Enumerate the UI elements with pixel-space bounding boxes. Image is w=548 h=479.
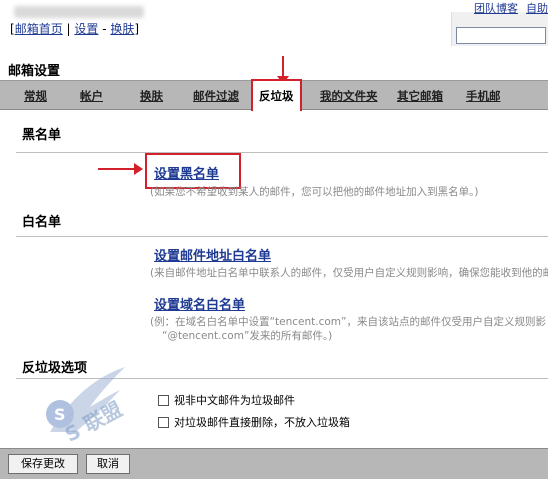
domain-whitelist-hint-line1: (例：在域名白名单中设置“tencent.com”，来自该站点的邮件仅受用户自定… [150, 316, 546, 328]
tab-my-folders[interactable]: 我的文件夹 [320, 88, 378, 104]
top-header: [邮箱首页 | 设置 - 换肤] 团队博客 自助 [0, 0, 548, 50]
annotation-arrow-right-head [134, 163, 143, 175]
breadcrumb-home-link[interactable]: 邮箱首页 [15, 22, 63, 36]
annotation-arrow-right [98, 168, 136, 170]
set-blacklist-link[interactable]: 设置黑名单 [154, 163, 219, 182]
tab-anti-spam[interactable]: 反垃圾 [251, 79, 302, 111]
save-button[interactable]: 保存更改 [8, 454, 78, 474]
delete-spam-directly-checkbox[interactable] [158, 416, 169, 428]
tab-skin[interactable]: 换肤 [140, 88, 163, 104]
blurred-account-name [14, 6, 144, 18]
set-domain-whitelist-link[interactable]: 设置域名白名单 [154, 294, 245, 313]
tab-account[interactable]: 帐户 [80, 88, 103, 104]
breadcrumb-settings-link[interactable]: 设置 [74, 22, 98, 36]
set-address-whitelist-link[interactable]: 设置邮件地址白名单 [154, 245, 271, 264]
svg-text:S: S [54, 405, 66, 424]
tab-mail-filter[interactable]: 邮件过滤 [193, 88, 239, 104]
non-chinese-as-spam-label: 视非中文邮件为垃圾邮件 [174, 394, 295, 407]
delete-spam-directly-label: 对垃圾邮件直接删除，不放入垃圾箱 [174, 416, 350, 429]
annotation-arrow-down [282, 56, 284, 78]
blacklist-heading: 黑名单 [22, 128, 62, 143]
antispam-options-heading: 反垃圾选项 [22, 361, 88, 376]
watermark-text: S 联盟 [60, 396, 127, 447]
tab-mobile-mail[interactable]: 手机邮 [466, 88, 501, 104]
non-chinese-as-spam-option[interactable]: 视非中文邮件为垃圾邮件 [158, 392, 295, 408]
blacklist-divider [16, 152, 548, 153]
delete-spam-directly-option[interactable]: 对垃圾邮件直接删除，不放入垃圾箱 [158, 414, 350, 430]
search-input[interactable] [456, 27, 546, 44]
breadcrumb: [邮箱首页 | 设置 - 换肤] [10, 22, 140, 36]
blacklist-hint: (如果您不希望收到某人的邮件，您可以把他的邮件地址加入到黑名单。) [150, 186, 479, 198]
whitelist-divider [16, 236, 548, 237]
address-whitelist-hint: (来自邮件地址白名单中联系人的邮件，仅受用户自定义规则影响，确保您能收到他的邮件… [150, 267, 548, 279]
domain-whitelist-hint-line2: “@tencent.com”发来的所有邮件。) [162, 330, 333, 342]
team-blog-link[interactable]: 团队博客 [474, 2, 518, 15]
self-service-link[interactable]: 自助 [526, 2, 548, 15]
non-chinese-as-spam-checkbox[interactable] [158, 394, 169, 406]
footer-action-bar: 保存更改 取消 [0, 448, 548, 479]
tab-other-mailbox[interactable]: 其它邮箱 [397, 88, 443, 104]
settings-tab-bar: 常规 帐户 换肤 邮件过滤 反垃圾 我的文件夹 其它邮箱 手机邮 [0, 79, 548, 111]
antispam-divider [16, 378, 548, 379]
tab-general[interactable]: 常规 [24, 88, 47, 104]
cancel-button[interactable]: 取消 [86, 454, 130, 474]
page-title: 邮箱设置 [8, 64, 61, 79]
top-links: 团队博客 自助 [466, 0, 548, 16]
breadcrumb-skin-link[interactable]: 换肤 [110, 22, 134, 36]
whitelist-heading: 白名单 [22, 215, 62, 230]
watermark-logo-icon: S [46, 367, 125, 432]
